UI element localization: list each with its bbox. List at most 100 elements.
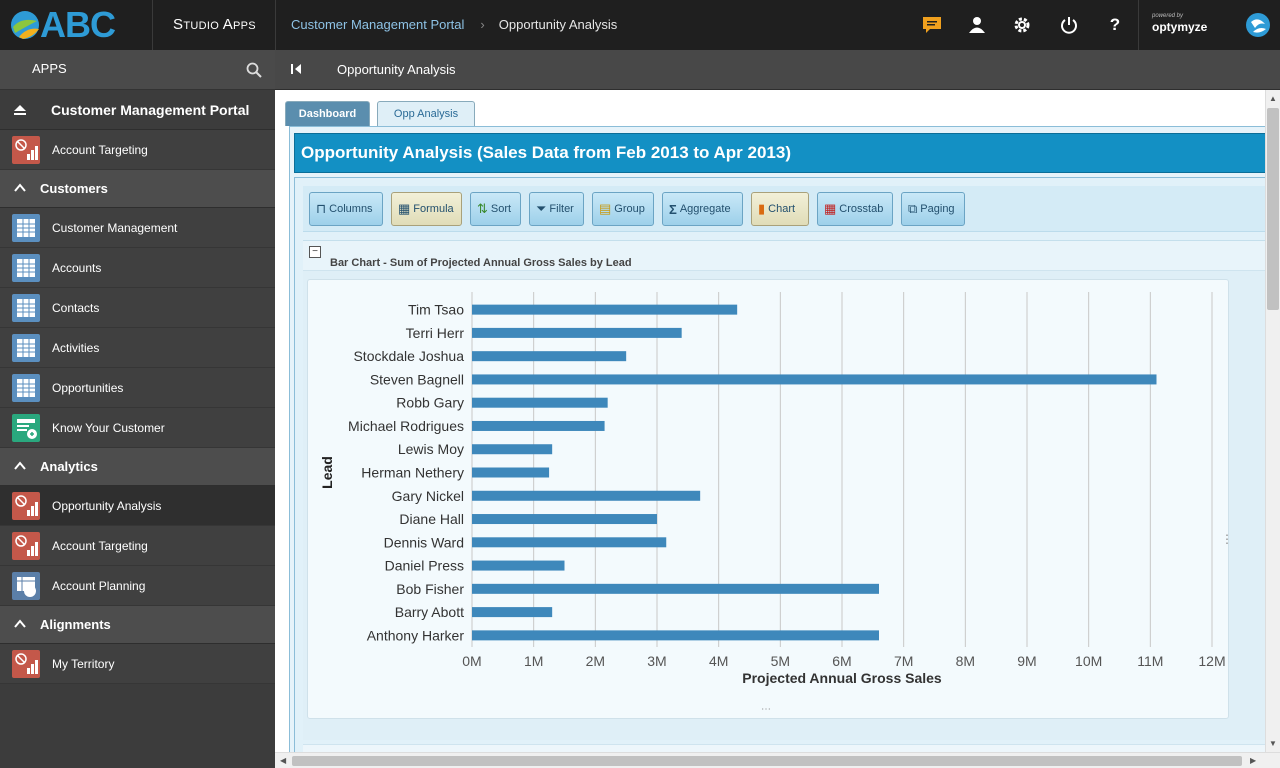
tab-dashboard[interactable]: Dashboard xyxy=(285,101,370,126)
target-chart-icon xyxy=(12,650,40,678)
section-analytics[interactable]: Analytics xyxy=(0,448,275,486)
filter-button[interactable]: ⏷ Filter xyxy=(529,192,584,226)
help-icon[interactable]: ? xyxy=(1103,13,1127,37)
bar xyxy=(472,397,608,408)
scroll-right-icon[interactable]: ▶ xyxy=(1250,756,1256,765)
bar xyxy=(472,374,1157,385)
search-icon[interactable] xyxy=(246,62,262,78)
resize-grip-icon[interactable]: ⋯ xyxy=(761,704,771,715)
collapse-chart-icon[interactable]: − xyxy=(309,246,321,258)
vertical-scrollbar[interactable]: ▲ ▼ xyxy=(1265,90,1280,752)
portal-header[interactable]: Customer Management Portal xyxy=(0,90,275,130)
x-tick-label: 0M xyxy=(462,653,481,669)
crosstab-label: Crosstab xyxy=(839,203,884,215)
x-tick-label: 4M xyxy=(709,653,728,669)
page-header-bar: Opportunity Analysis xyxy=(275,50,1280,90)
chart-canvas: 0M 1M 2M 3M 4M 5M 6M 7M 8M 9M 10M 11M 12M Tim Tsao Ter… xyxy=(307,279,1233,719)
gear-icon[interactable] xyxy=(1010,13,1034,37)
panel-footer xyxy=(303,744,1265,752)
globe-icon xyxy=(11,11,39,39)
formula-icon: ▦ xyxy=(398,201,411,216)
formula-button[interactable]: ▦ Formula xyxy=(391,192,462,226)
scroll-up-icon[interactable]: ▲ xyxy=(1269,94,1277,103)
target-chart-icon xyxy=(12,532,40,560)
brand-name: optymyze xyxy=(1152,20,1208,34)
sidebar-item-contacts[interactable]: Contacts xyxy=(0,288,275,328)
top-bar: ABC Studio Apps Customer Management Port… xyxy=(0,0,1280,50)
bar xyxy=(472,583,879,594)
sidebar-item-label: Account Planning xyxy=(52,579,146,593)
bar xyxy=(472,490,701,501)
sigma-icon: Σ xyxy=(669,201,677,217)
sidebar-item-account-targeting-top[interactable]: Account Targeting xyxy=(0,130,275,170)
table-icon xyxy=(12,334,40,362)
sort-button[interactable]: ⇅ Sort xyxy=(470,192,521,226)
bar xyxy=(472,351,627,362)
chevron-up-icon xyxy=(14,461,26,470)
scroll-left-icon[interactable]: ◀ xyxy=(280,756,286,765)
group-button[interactable]: ▤ Group xyxy=(592,192,654,226)
bar xyxy=(472,607,553,618)
scroll-thumb[interactable] xyxy=(1267,108,1279,310)
power-icon[interactable] xyxy=(1057,13,1081,37)
sidebar-item-opportunity-analysis[interactable]: Opportunity Analysis xyxy=(0,486,275,526)
group-label: Group xyxy=(614,203,645,215)
chat-icon[interactable] xyxy=(920,13,944,37)
sidebar-item-label: Customer Management xyxy=(52,221,178,235)
horizontal-scrollbar[interactable]: ◀ ▶ xyxy=(275,752,1280,768)
sidebar-item-accounts[interactable]: Accounts xyxy=(0,248,275,288)
sidebar-item-label: My Territory xyxy=(52,657,115,671)
category-label: Diane Hall xyxy=(399,511,464,527)
category-label: Tim Tsao xyxy=(408,302,464,318)
bar xyxy=(472,630,879,641)
crosstab-button[interactable]: ▦ Crosstab xyxy=(817,192,893,226)
sort-icon: ⇅ xyxy=(477,201,488,216)
collapse-sidebar-icon[interactable] xyxy=(290,63,302,75)
x-tick-label: 2M xyxy=(586,653,605,669)
chart-label: Chart xyxy=(768,203,796,215)
sidebar-item-account-planning[interactable]: Account Planning xyxy=(0,566,275,606)
paging-button[interactable]: ⧉ Paging xyxy=(901,192,965,226)
chart-button[interactable]: ▮ Chart xyxy=(751,192,809,226)
tab-opp-analysis[interactable]: Opp Analysis xyxy=(377,101,475,126)
paging-label: Paging xyxy=(920,203,955,215)
category-label: Stockdale Joshua xyxy=(353,348,464,364)
bar xyxy=(472,560,565,571)
breadcrumb-portal[interactable]: Customer Management Portal xyxy=(291,17,464,32)
sidebar-item-account-targeting[interactable]: Account Targeting xyxy=(0,526,275,566)
resize-handle-icon[interactable]: ⋮ xyxy=(1221,532,1233,546)
studio-apps-label[interactable]: Studio Apps xyxy=(154,0,276,50)
category-label: Steven Bagnell xyxy=(370,371,464,387)
columns-button[interactable]: ⊓ Columns xyxy=(309,192,383,226)
sidebar-item-activities[interactable]: Activities xyxy=(0,328,275,368)
sidebar-item-customer-management[interactable]: Customer Management xyxy=(0,208,275,248)
filter-icon: ⏷ xyxy=(536,201,547,216)
paging-icon: ⧉ xyxy=(908,201,918,216)
bar xyxy=(472,537,667,548)
aggregate-button[interactable]: Σ Aggregate xyxy=(662,192,743,226)
main-content: Dashboard Opp Analysis Opportunity Analy… xyxy=(275,90,1265,752)
group-icon: ▤ xyxy=(599,201,612,216)
category-label: Terri Herr xyxy=(406,325,465,341)
x-tick-label: 5M xyxy=(771,653,790,669)
sidebar-item-opportunities[interactable]: Opportunities xyxy=(0,368,275,408)
sidebar-item-know-your-customer[interactable]: Know Your Customer xyxy=(0,408,275,448)
abc-logo[interactable]: ABC xyxy=(0,0,153,50)
bar xyxy=(472,467,550,478)
section-label: Customers xyxy=(40,181,108,196)
category-label: Anthony Harker xyxy=(367,627,465,643)
x-tick-label: 12M xyxy=(1198,653,1225,669)
section-alignments[interactable]: Alignments xyxy=(0,606,275,644)
breadcrumb-current: Opportunity Analysis xyxy=(498,17,618,32)
eject-icon xyxy=(14,105,26,115)
formula-label: Formula xyxy=(413,203,454,215)
crosstab-icon: ▦ xyxy=(824,201,837,216)
scroll-down-icon[interactable]: ▼ xyxy=(1269,739,1277,748)
scroll-thumb[interactable] xyxy=(292,756,1242,766)
chart-section: − Bar Chart - Sum of Projected Annual Gr… xyxy=(303,240,1265,740)
sidebar-item-my-territory[interactable]: My Territory xyxy=(0,644,275,684)
section-customers[interactable]: Customers xyxy=(0,170,275,208)
filter-label: Filter xyxy=(549,203,574,215)
table-icon xyxy=(12,294,40,322)
user-icon[interactable] xyxy=(965,13,989,37)
